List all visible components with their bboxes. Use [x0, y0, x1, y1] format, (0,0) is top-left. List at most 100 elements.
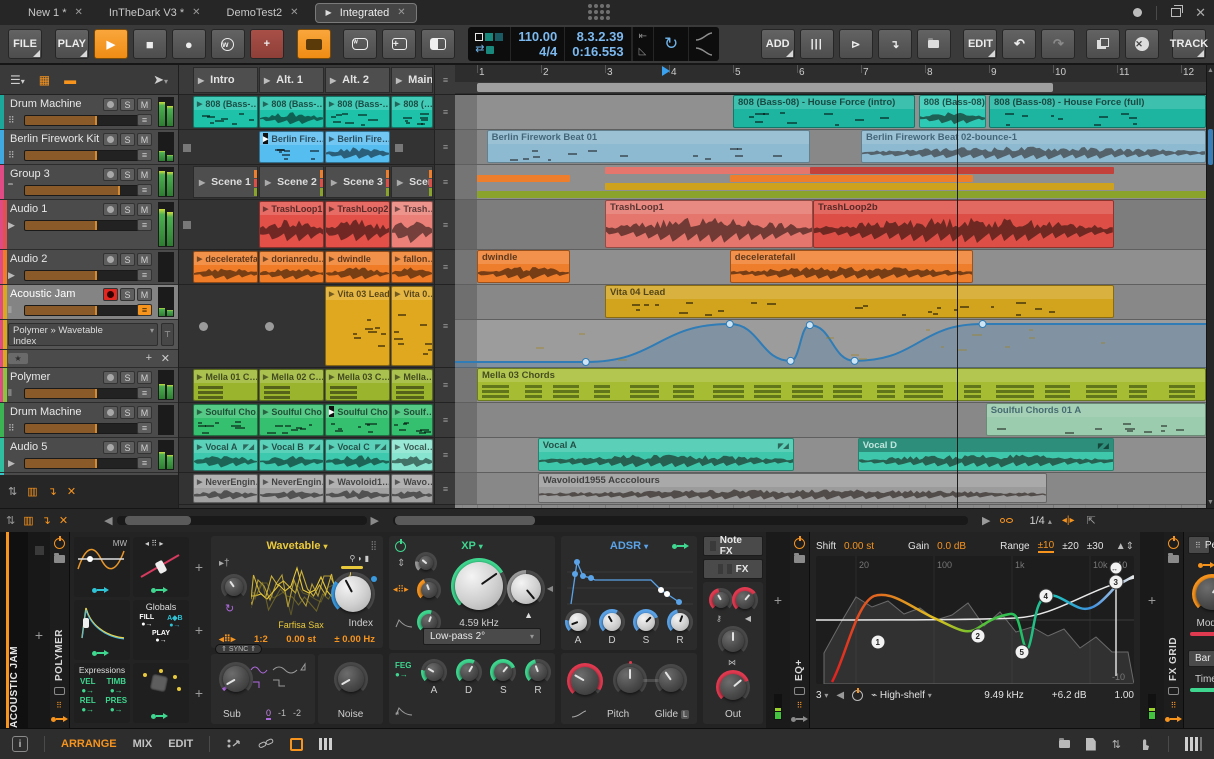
- track-row[interactable]: Berlin Firework Kit S M ⠿ ≡: [0, 130, 178, 165]
- automation-point[interactable]: [786, 356, 795, 365]
- eq-band-gain[interactable]: +6.2 dB: [1052, 690, 1087, 701]
- fxgrid-section[interactable]: ⠿Perfo Mod De Bar▾ Timebas: [1184, 532, 1214, 728]
- clip-record-button[interactable]: [199, 321, 208, 331]
- add-modulator-button[interactable]: +: [192, 600, 206, 660]
- glide-knob[interactable]: [655, 663, 687, 696]
- launcher-clip[interactable]: ▶Trash…: [391, 201, 433, 248]
- eq-band-type-select[interactable]: ⌁ High-shelf ▾: [871, 690, 932, 701]
- tempo-display[interactable]: 110.00: [518, 29, 557, 44]
- eq-curve-display[interactable]: 201001k10k+10-1012453↔: [816, 556, 1134, 684]
- sync-pill[interactable]: ⇑ SYNC ⇑: [215, 644, 263, 654]
- track-row[interactable]: Audio 2 S M ▶ ≡: [0, 250, 178, 285]
- filter-mode-select[interactable]: Low-pass 2° ▾: [423, 627, 541, 645]
- launcher-clip[interactable]: ▶NeverEngin…: [259, 474, 324, 503]
- solo-button[interactable]: S: [120, 371, 135, 384]
- view-tab-edit[interactable]: EDIT: [168, 738, 193, 750]
- punch-in-icon[interactable]: ⇤: [639, 31, 647, 42]
- scene-header[interactable]: ▶ Alt. 2: [325, 67, 390, 93]
- index-mod-icons[interactable]: ⚲ ◗ ▮: [349, 554, 369, 563]
- osc-shape-knob[interactable]: [221, 574, 247, 600]
- launcher-clip[interactable]: ▶Soulful Cho…: [193, 404, 258, 436]
- playhead-marker[interactable]: [661, 66, 670, 76]
- solo-button[interactable]: S: [120, 168, 135, 181]
- mute-button[interactable]: M: [137, 406, 152, 419]
- launcher-clip[interactable]: ▶Soulful Cho…: [325, 404, 390, 436]
- arranger-clip[interactable]: Wavoloid1955 Acccolours: [537, 473, 1047, 503]
- osc-route-icon[interactable]: ▸†: [219, 558, 230, 569]
- automation-point[interactable]: [978, 320, 987, 328]
- clear-icon[interactable]: ✕: [67, 485, 76, 498]
- inspector-icon[interactable]: [1085, 737, 1096, 751]
- piano-ke ys-icon[interactable]: [1185, 737, 1202, 751]
- project-tab[interactable]: New 1 * ✕: [18, 4, 93, 22]
- track-menu-button[interactable]: ≡: [137, 387, 152, 399]
- launcher-clip[interactable]: ▶ Berlin Fire…: [259, 131, 324, 163]
- close-lane-icon[interactable]: ✕: [161, 352, 170, 365]
- arranger-clip[interactable]: Soulful Chords 01 A: [985, 403, 1206, 436]
- snap-grid-value[interactable]: 1/4 ▴: [1029, 515, 1051, 527]
- record-button[interactable]: ●: [171, 29, 206, 59]
- mapping-browser-icon[interactable]: [226, 737, 242, 751]
- pre-roll-icon[interactable]: [695, 47, 713, 56]
- arranger-scrollbar[interactable]: [393, 516, 968, 525]
- track-list-mode-icon[interactable]: ☰▾: [10, 73, 25, 87]
- launcher-clip[interactable]: ▶ Mella 03 C…: [325, 369, 390, 401]
- track-menu-button[interactable]: ≡: [137, 114, 152, 126]
- mixer-panel-toggle-icon[interactable]: [319, 738, 333, 750]
- launcher-scroll-right-icon[interactable]: ▶: [371, 514, 379, 527]
- piano-layout-icon[interactable]: |||: [799, 29, 834, 59]
- fxgrid-device-header[interactable]: FX GRID ⠿: [1164, 532, 1184, 728]
- sub-octave-select[interactable]: 0 -1 -2: [265, 708, 301, 720]
- mute-button[interactable]: M: [137, 288, 152, 301]
- arranger-clip[interactable]: Mella 03 Chords: [477, 368, 1206, 401]
- beat-ruler[interactable]: 1 2 3 4 5 6 7 8 9 10 11 12: [455, 65, 1206, 95]
- launcher-scroll-left-icon[interactable]: ◀: [104, 514, 112, 527]
- eq-listen-icon[interactable]: ◀: [836, 690, 844, 701]
- arranger-clip[interactable]: TrashLoop1: [605, 200, 813, 248]
- stop-button[interactable]: ■: [132, 29, 167, 59]
- launcher-clip[interactable]: ▶ Mella…: [391, 369, 433, 401]
- track-row[interactable]: Drum Machine S M ⠿ ≡: [0, 95, 178, 130]
- close-window-icon[interactable]: ✕: [1195, 5, 1206, 21]
- polymer-preset-icon[interactable]: [54, 553, 65, 563]
- view-tab-mix[interactable]: MIX: [133, 738, 153, 750]
- fill-mode-button[interactable]: [421, 29, 456, 59]
- record-arm-button[interactable]: [103, 288, 118, 301]
- launcher-clip[interactable]: ▶ 808 (Bass-…: [259, 96, 324, 128]
- status-dot-icon[interactable]: [1133, 8, 1143, 17]
- filter-resonance-knob[interactable]: [507, 570, 545, 608]
- solo-button[interactable]: S: [120, 441, 135, 454]
- browser-icon[interactable]: [1058, 738, 1070, 748]
- filter-panel[interactable]: XP ▾ ⇕ ◂⠿▸ 4.59 kHz ▲ ◀ Low-pass 2° ▾: [389, 536, 555, 650]
- launcher-clip[interactable]: ▶ Mella 02 C…: [259, 369, 324, 401]
- arranger-clip[interactable]: Vita 04 Lead: [605, 285, 1114, 318]
- eq-range-30[interactable]: ±30: [1087, 541, 1104, 552]
- track-menu-button[interactable]: ≡: [137, 457, 152, 469]
- favorite-automation-icon[interactable]: ★: [8, 353, 28, 364]
- launcher-clip[interactable]: ▶Wavo…: [391, 474, 433, 503]
- clip-stop-button[interactable]: [183, 221, 191, 229]
- row-menu-icon[interactable]: ≡: [434, 438, 456, 472]
- swap-rows-icon[interactable]: ⇅: [6, 514, 15, 527]
- browser-panel-icon[interactable]: [916, 29, 951, 59]
- volume-fader[interactable]: [24, 150, 142, 161]
- launcher-clip[interactable]: ▶ Vocal B ◤◢: [259, 439, 324, 471]
- record-arm-button[interactable]: [103, 371, 118, 384]
- eq-power-icon[interactable]: [794, 536, 805, 549]
- row-menu-icon[interactable]: ≡: [434, 200, 456, 249]
- play-button[interactable]: ▶: [93, 29, 128, 59]
- solo-button[interactable]: S: [120, 253, 135, 266]
- track-row[interactable]: Group 3 S M ≡: [0, 165, 178, 200]
- grid-view-icon[interactable]: ▦: [39, 73, 50, 87]
- output-panel[interactable]: ⚷ ◀ ⋈ Out: [703, 582, 763, 724]
- mod-out-icon[interactable]: [791, 716, 808, 722]
- group-scene-cell[interactable]: ▶ Scene 1: [193, 166, 258, 198]
- arranger-clip[interactable]: 808 (Bass-08): [918, 95, 986, 128]
- env-r-knob[interactable]: R: [524, 658, 551, 696]
- noise-panel[interactable]: Noise: [318, 654, 383, 724]
- project-tab[interactable]: InTheDark V3 * ✕: [99, 4, 211, 22]
- wavetable-browser-icon[interactable]: ⣿: [370, 540, 377, 551]
- arranger-clip[interactable]: deceleratefall: [729, 250, 973, 283]
- eq-band-count[interactable]: 3 ▾: [816, 690, 828, 701]
- time-display[interactable]: 0:16.553: [572, 44, 623, 59]
